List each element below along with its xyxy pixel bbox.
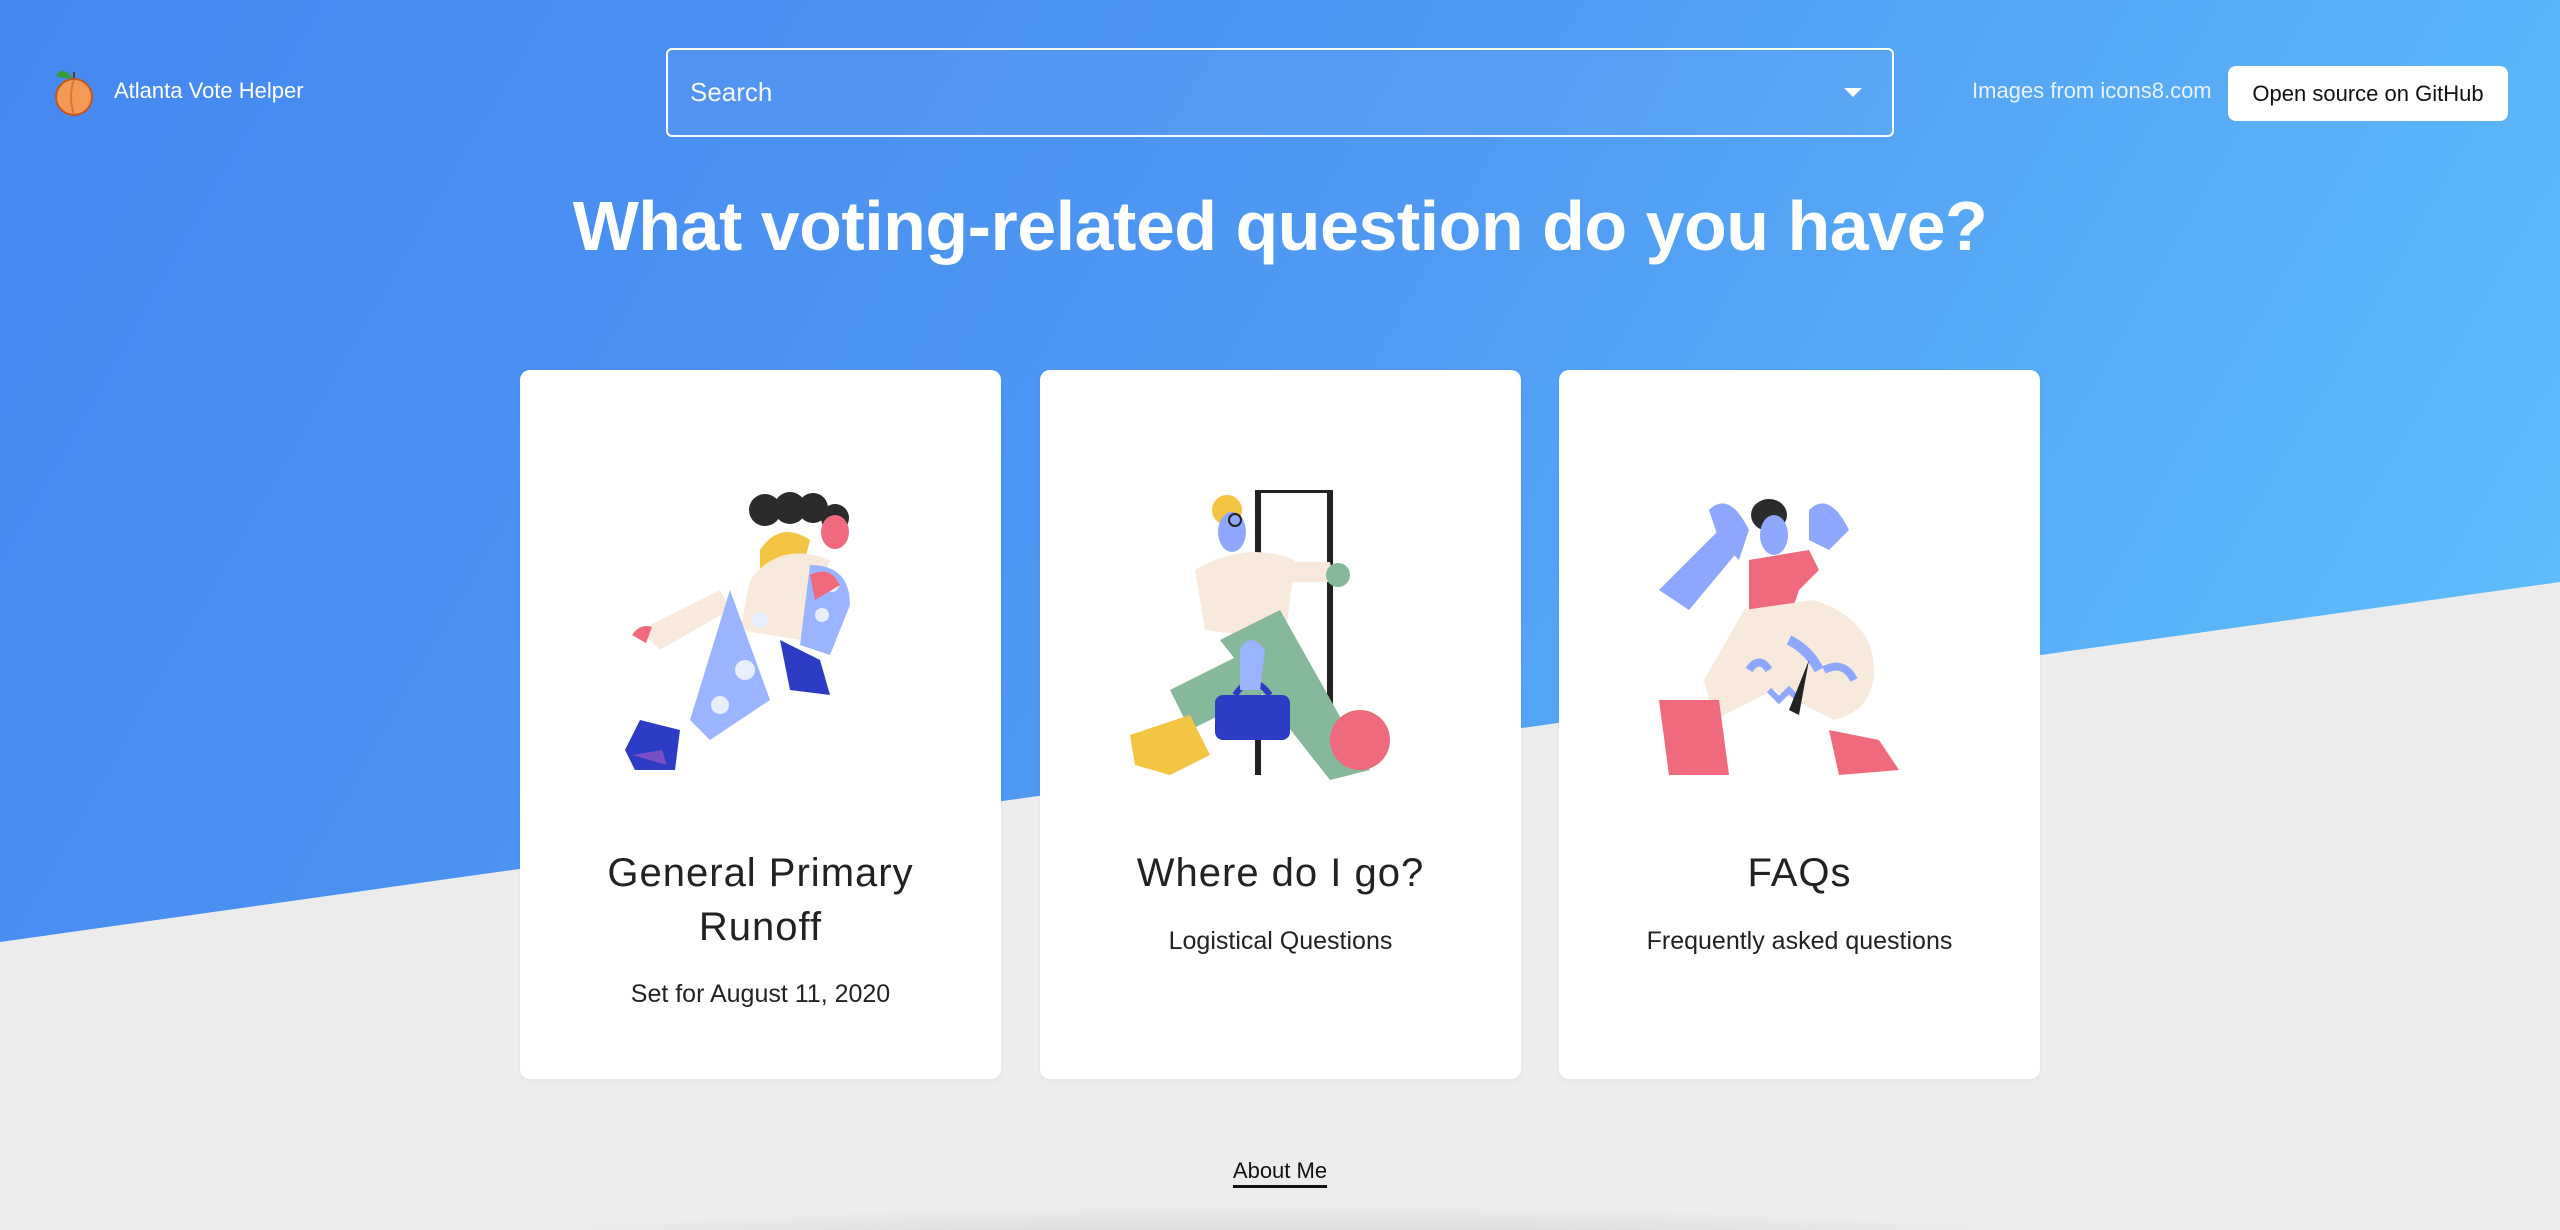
card-title: FAQs (1747, 851, 1852, 895)
card-title: Where do I go? (1136, 851, 1425, 895)
card-faqs[interactable]: FAQs Frequently asked questions (1559, 370, 2040, 1079)
card-where-do-i-go[interactable]: Where do I go? Logistical Questions (1040, 370, 1521, 1079)
brand-name: Atlanta Vote Helper (114, 78, 304, 103)
top-bar: Atlanta Vote Helper Search Images from i… (0, 0, 2560, 190)
about-link-container: About Me (0, 1158, 2560, 1188)
peach-logo-icon (52, 66, 96, 116)
running-woman-illustration (610, 490, 910, 790)
search-select[interactable]: Search (666, 48, 1894, 137)
confused-person-illustration (1649, 490, 1949, 790)
card-subtitle: Logistical Questions (1168, 927, 1393, 955)
about-me-link[interactable]: About Me (1232, 1158, 1328, 1188)
card-subtitle: Set for August 11, 2020 (630, 980, 891, 1008)
brand[interactable]: Atlanta Vote Helper (52, 66, 304, 116)
card-subtitle: Frequently asked questions (1646, 927, 1953, 955)
icons8-credit-link[interactable]: Images from icons8.com (1972, 78, 2212, 104)
github-button[interactable]: Open source on GitHub (2228, 66, 2508, 121)
card-title: General Primary Runoff (607, 851, 914, 949)
page-title: What voting-related question do you have… (572, 187, 1988, 265)
dropdown-caret-icon[interactable] (1844, 88, 1862, 97)
door-person-illustration (1130, 487, 1430, 790)
search-input[interactable]: Search (690, 77, 1844, 108)
footer-shadow (460, 1205, 2100, 1230)
card-general-primary-runoff[interactable]: General Primary Runoff Set for August 11… (520, 370, 1001, 1079)
